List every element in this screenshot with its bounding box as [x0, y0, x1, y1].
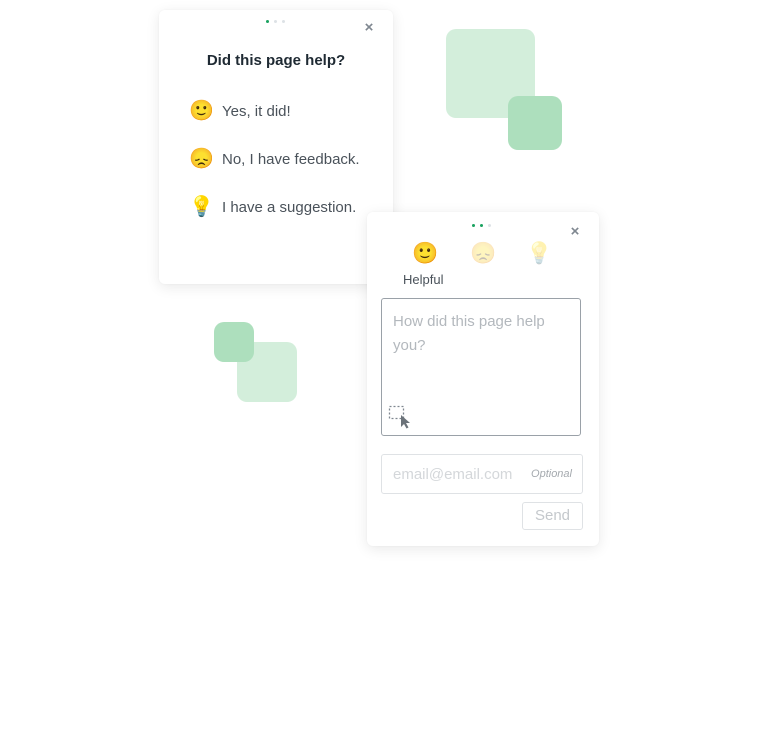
- option-feedback[interactable]: 😞 No, I have feedback.: [189, 147, 360, 171]
- feedback-prompt-card: × Did this page help? 🙂 Yes, it did! 😞 N…: [159, 10, 393, 284]
- slightly-smiling-face-icon[interactable]: 🙂: [412, 241, 438, 267]
- feedback-form-card: × 🙂 😞 💡 Helpful How did this page help y…: [367, 212, 599, 546]
- page-title: Did this page help?: [206, 52, 346, 69]
- send-button[interactable]: Send: [522, 502, 583, 530]
- step-dot: [472, 224, 475, 227]
- option-suggestion[interactable]: 💡 I have a suggestion.: [189, 195, 356, 219]
- step-indicator: [266, 20, 285, 23]
- decor-square: [508, 96, 562, 150]
- option-label: Yes, it did!: [222, 102, 291, 120]
- decor-square: [214, 322, 254, 362]
- screenshot-select-icon[interactable]: [388, 405, 414, 429]
- disappointed-face-icon: 😞: [189, 148, 214, 170]
- selected-reaction-label: Helpful: [403, 272, 444, 287]
- light-bulb-icon: 💡: [189, 196, 214, 218]
- step-dot: [266, 20, 269, 23]
- option-label: No, I have feedback.: [222, 150, 360, 168]
- option-yes[interactable]: 🙂 Yes, it did!: [189, 99, 291, 123]
- slightly-smiling-face-icon: 🙂: [189, 100, 214, 122]
- option-label: I have a suggestion.: [222, 198, 357, 216]
- step-dot: [488, 224, 491, 227]
- step-dot: [282, 20, 285, 23]
- email-placeholder: email@email.com: [393, 466, 513, 483]
- close-icon[interactable]: ×: [362, 20, 376, 35]
- light-bulb-icon[interactable]: 💡: [526, 241, 552, 267]
- close-icon[interactable]: ×: [568, 224, 582, 239]
- textarea-placeholder: How did this page help you?: [393, 313, 545, 354]
- step-dot: [274, 20, 277, 23]
- step-dot: [480, 224, 483, 227]
- optional-tag: Optional: [531, 468, 572, 480]
- disappointed-face-icon[interactable]: 😞: [470, 241, 496, 267]
- feedback-textarea[interactable]: How did this page help you?: [381, 298, 581, 436]
- step-indicator: [472, 224, 491, 227]
- email-field[interactable]: email@email.com Optional: [381, 454, 583, 494]
